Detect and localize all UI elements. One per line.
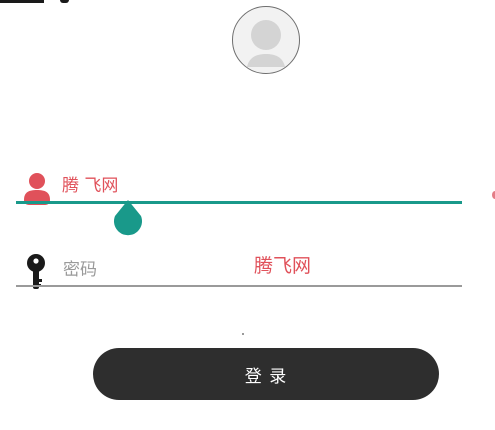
key-icon [27, 254, 45, 289]
brand-text: 腾飞网 [254, 255, 312, 277]
user-avatar-icon [234, 8, 298, 72]
password-placeholder[interactable]: 密码 [63, 259, 97, 281]
avatar[interactable] [232, 6, 300, 74]
divider-dot [242, 333, 244, 335]
status-bar-mark [60, 0, 69, 3]
text-cursor-handle[interactable] [112, 199, 144, 239]
username-focus-underline [16, 201, 462, 204]
username-input-value[interactable]: 腾 飞网 [62, 175, 118, 197]
login-button[interactable]: 登 录 [93, 348, 439, 400]
password-underline [16, 285, 462, 287]
status-bar-fragment [0, 0, 44, 3]
